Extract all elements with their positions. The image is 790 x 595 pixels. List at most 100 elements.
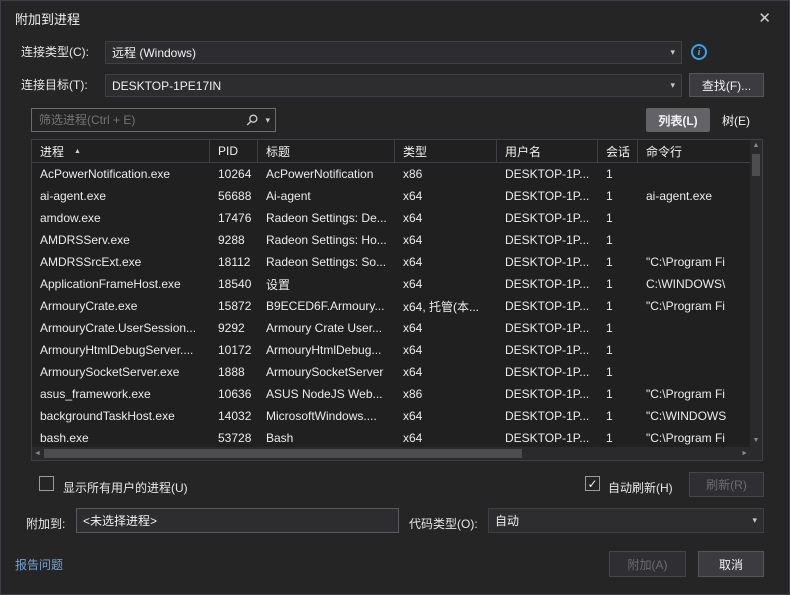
cell-user: DESKTOP-1P... — [497, 211, 598, 225]
cell-process: asus_framework.exe — [32, 387, 210, 401]
cell-type: x64 — [395, 233, 497, 247]
refresh-button[interactable]: 刷新(R) — [689, 472, 764, 497]
code-type-value: 自动 — [495, 512, 748, 529]
search-icon[interactable] — [245, 113, 259, 127]
cell-cmdline: "C:\Program Fi — [638, 255, 750, 269]
info-icon[interactable]: i — [691, 44, 707, 60]
view-tree-button[interactable]: 树(E) — [713, 108, 759, 132]
cell-pid: 56688 — [210, 189, 258, 203]
cell-user: DESKTOP-1P... — [497, 277, 598, 291]
attach-to-value: <未选择进程> — [83, 512, 157, 529]
cell-pid: 53728 — [210, 431, 258, 445]
cell-process: amdow.exe — [32, 211, 210, 225]
show-all-users-checkbox[interactable] — [39, 476, 54, 491]
horizontal-scroll-thumb[interactable] — [44, 449, 522, 458]
table-row[interactable]: amdow.exe 17476 Radeon Settings: De... x… — [32, 207, 750, 229]
connection-target-select[interactable]: DESKTOP-1PE17IN ▾ — [105, 74, 682, 97]
column-header-session[interactable]: 会话 — [598, 140, 638, 162]
cell-session: 1 — [598, 365, 638, 379]
cell-session: 1 — [598, 431, 638, 445]
process-table-body: AcPowerNotification.exe 10264 AcPowerNot… — [32, 163, 750, 447]
code-type-label: 代码类型(O): — [409, 513, 478, 536]
table-row[interactable]: AMDRSSrcExt.exe 18112 Radeon Settings: S… — [32, 251, 750, 273]
column-header-title[interactable]: 标题 — [258, 140, 395, 162]
cell-session: 1 — [598, 409, 638, 423]
column-header-pid[interactable]: PID — [210, 140, 258, 162]
filter-input[interactable] — [37, 112, 243, 128]
table-row[interactable]: ApplicationFrameHost.exe 18540 设置 x64 DE… — [32, 273, 750, 295]
scroll-right-icon[interactable]: ► — [741, 448, 748, 460]
cell-title: ASUS NodeJS Web... — [258, 387, 395, 401]
close-icon[interactable]: ✕ — [754, 7, 775, 29]
table-row[interactable]: ai-agent.exe 56688 Ai-agent x64 DESKTOP-… — [32, 185, 750, 207]
chevron-down-icon: ▾ — [670, 80, 675, 91]
cell-user: DESKTOP-1P... — [497, 233, 598, 247]
cell-pid: 9288 — [210, 233, 258, 247]
cell-type: x64 — [395, 255, 497, 269]
cell-process: ArmouryCrate.exe — [32, 299, 210, 313]
cell-session: 1 — [598, 277, 638, 291]
cell-title: ArmouryHtmlDebug... — [258, 343, 395, 357]
cell-cmdline: "C:\Program Fi — [638, 299, 750, 313]
attach-to-field[interactable]: <未选择进程> — [76, 508, 399, 533]
cell-pid: 10172 — [210, 343, 258, 357]
vertical-scrollbar[interactable]: ▲ ▼ — [750, 140, 762, 447]
connection-type-select[interactable]: 远程 (Windows) ▾ — [105, 41, 682, 64]
scroll-down-icon[interactable]: ▼ — [753, 435, 760, 447]
cell-process: AMDRSSrcExt.exe — [32, 255, 210, 269]
process-table: 进程 ▲ PID 标题 类型 用户名 会话 命令行 AcPowerNotific… — [31, 139, 763, 461]
attach-button[interactable]: 附加(A) — [609, 551, 686, 577]
cancel-button[interactable]: 取消 — [698, 551, 764, 577]
code-type-select[interactable]: 自动 ▾ — [488, 508, 764, 533]
cell-type: x64 — [395, 211, 497, 225]
dialog-title: 附加到进程 — [15, 9, 80, 28]
cell-user: DESKTOP-1P... — [497, 343, 598, 357]
cell-type: x64 — [395, 343, 497, 357]
column-header-type[interactable]: 类型 — [395, 140, 497, 162]
cell-user: DESKTOP-1P... — [497, 299, 598, 313]
cell-type: x86 — [395, 167, 497, 181]
cell-user: DESKTOP-1P... — [497, 167, 598, 181]
cell-type: x86 — [395, 387, 497, 401]
filter-box: ▾ — [31, 108, 276, 132]
cell-user: DESKTOP-1P... — [497, 255, 598, 269]
cell-user: DESKTOP-1P... — [497, 431, 598, 445]
cell-title: ArmourySocketServer — [258, 365, 395, 379]
scroll-left-icon[interactable]: ◄ — [34, 448, 41, 460]
view-list-button[interactable]: 列表(L) — [646, 108, 710, 132]
cell-cmdline: "C:\WINDOWS — [638, 409, 750, 423]
cell-session: 1 — [598, 387, 638, 401]
check-icon: ✓ — [587, 477, 597, 491]
column-header-user[interactable]: 用户名 — [497, 140, 598, 162]
cell-type: x64 — [395, 431, 497, 445]
cell-title: Radeon Settings: De... — [258, 211, 395, 225]
horizontal-scrollbar[interactable]: ◄ ► — [32, 447, 750, 460]
table-row[interactable]: AcPowerNotification.exe 10264 AcPowerNot… — [32, 163, 750, 185]
find-button[interactable]: 查找(F)... — [689, 73, 764, 97]
table-row[interactable]: ArmouryCrate.UserSession... 9292 Armoury… — [32, 317, 750, 339]
table-row[interactable]: ArmourySocketServer.exe 1888 ArmourySock… — [32, 361, 750, 383]
table-row[interactable]: backgroundTaskHost.exe 14032 MicrosoftWi… — [32, 405, 750, 427]
auto-refresh-checkbox[interactable]: ✓ — [585, 476, 600, 491]
table-row[interactable]: AMDRSServ.exe 9288 Radeon Settings: Ho..… — [32, 229, 750, 251]
table-row[interactable]: ArmouryHtmlDebugServer.... 10172 Armoury… — [32, 339, 750, 361]
report-problem-link[interactable]: 报告问题 — [15, 556, 63, 573]
column-header-process[interactable]: 进程 ▲ — [32, 140, 210, 162]
column-header-cmdline[interactable]: 命令行 — [638, 140, 750, 162]
cell-process: AcPowerNotification.exe — [32, 167, 210, 181]
cell-type: x64 — [395, 321, 497, 335]
vertical-scroll-thumb[interactable] — [752, 154, 760, 176]
cell-process: ApplicationFrameHost.exe — [32, 277, 210, 291]
cell-pid: 18112 — [210, 255, 258, 269]
table-row[interactable]: bash.exe 53728 Bash x64 DESKTOP-1P... 1 … — [32, 427, 750, 447]
cell-type: x64 — [395, 277, 497, 291]
cell-user: DESKTOP-1P... — [497, 321, 598, 335]
cell-title: B9ECED6F.Armoury... — [258, 299, 395, 313]
cell-pid: 15872 — [210, 299, 258, 313]
cell-cmdline: "C:\Program Fi — [638, 431, 750, 445]
table-row[interactable]: asus_framework.exe 10636 ASUS NodeJS Web… — [32, 383, 750, 405]
chevron-down-icon[interactable]: ▾ — [265, 115, 270, 126]
auto-refresh-label: 自动刷新(H) — [608, 477, 673, 500]
table-row[interactable]: ArmouryCrate.exe 15872 B9ECED6F.Armoury.… — [32, 295, 750, 317]
scroll-up-icon[interactable]: ▲ — [753, 140, 760, 152]
